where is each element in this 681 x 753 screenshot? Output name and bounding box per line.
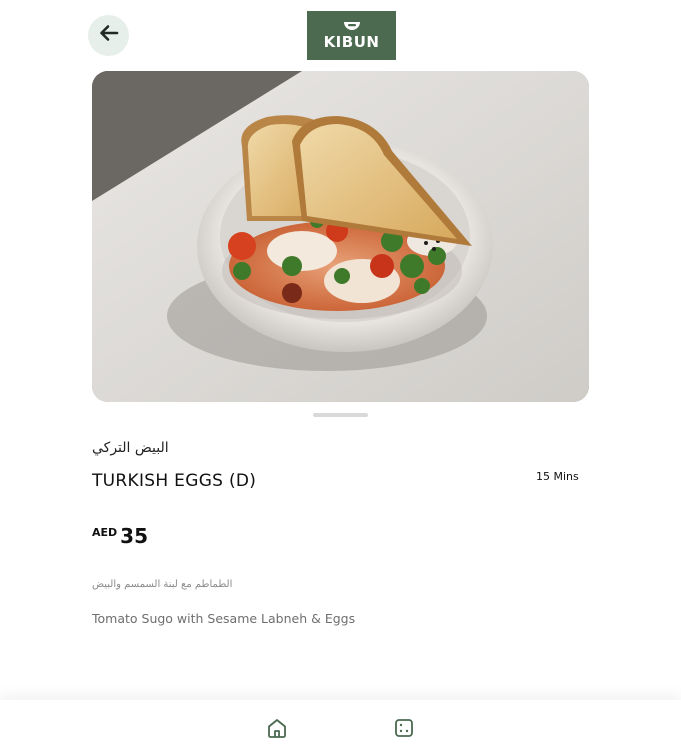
bowl-logo-icon xyxy=(343,21,360,30)
item-name: TURKISH EGGS (D) xyxy=(92,471,257,491)
logo-text: KIBUN xyxy=(323,32,380,51)
item-description: Tomato Sugo with Sesame Labneh & Eggs xyxy=(92,611,356,626)
price-currency: AED xyxy=(92,526,118,539)
brand-logo: KIBUN xyxy=(307,11,396,60)
item-description-arabic: الطماطم مع لبنة السمسم والبيض xyxy=(92,579,233,590)
home-button[interactable] xyxy=(266,717,288,739)
item-name-arabic: البيض التركي xyxy=(92,440,169,456)
dish-image xyxy=(92,71,589,402)
back-button[interactable] xyxy=(88,15,129,56)
menu-button[interactable] xyxy=(393,717,415,739)
prep-time: 15 Mins xyxy=(536,470,579,483)
home-icon xyxy=(266,719,288,743)
bottom-nav xyxy=(0,700,681,753)
arrow-left-icon xyxy=(98,22,120,49)
menu-icon xyxy=(393,719,415,743)
price-value: 35 xyxy=(120,524,149,548)
drag-handle[interactable] xyxy=(313,413,368,417)
item-price: AED 35 xyxy=(92,524,148,548)
